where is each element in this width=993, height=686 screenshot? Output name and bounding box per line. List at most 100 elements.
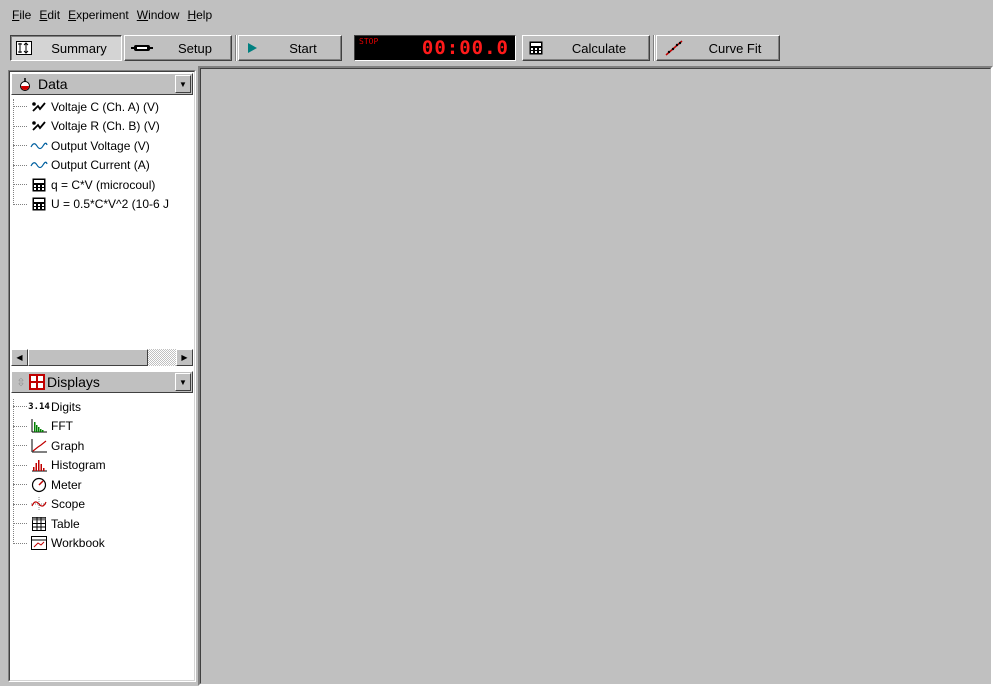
table-icon xyxy=(29,516,49,532)
digits-icon: 3.14 xyxy=(28,401,50,412)
tree-branch xyxy=(13,425,27,427)
timer-value: 00:00.0 xyxy=(421,37,509,59)
tree-branch xyxy=(13,484,27,486)
menu-bar: File Edit Experiment Window Help xyxy=(0,0,993,30)
calculator-icon xyxy=(29,177,49,193)
setup-label: Setup xyxy=(178,40,212,56)
data-item-label: q = C*V (microcoul) xyxy=(51,177,156,192)
meter-icon xyxy=(29,477,49,493)
display-item-label: Graph xyxy=(51,438,85,453)
display-item[interactable]: FFT xyxy=(13,417,106,437)
setup-button[interactable]: Setup xyxy=(124,35,232,61)
scrollbar-thumb[interactable] xyxy=(28,349,148,366)
menu-window-mnemonic: W xyxy=(136,8,149,22)
summary-label: Summary xyxy=(51,40,107,56)
calculate-button[interactable]: Calculate xyxy=(522,35,650,61)
curve-fit-label: Curve Fit xyxy=(708,40,762,56)
displays-dropdown-arrow[interactable]: ▼ xyxy=(175,373,191,391)
display-item-label: Table xyxy=(51,516,80,531)
display-item[interactable]: Graph xyxy=(13,436,106,456)
scope-icon xyxy=(29,496,49,512)
summary-button[interactable]: Summary xyxy=(10,35,122,61)
calculator-icon xyxy=(523,41,549,55)
workspace-area[interactable] xyxy=(198,66,993,686)
data-item-label: Voltaje R (Ch. B) (V) xyxy=(51,119,160,134)
tree-branch xyxy=(13,542,27,544)
display-item[interactable]: 3.14 Digits xyxy=(13,397,106,417)
sine-wave-icon xyxy=(29,138,49,154)
calculator-icon xyxy=(29,196,49,212)
tree-branch xyxy=(13,145,27,147)
data-probe-icon xyxy=(12,76,38,92)
tree-branch xyxy=(13,164,27,166)
interface-plug-icon xyxy=(125,43,159,53)
display-item-label: Workbook xyxy=(51,536,105,551)
data-item[interactable]: Output Current (A) xyxy=(13,156,169,176)
toolbar-separator xyxy=(235,35,237,61)
tree-branch xyxy=(13,203,27,205)
displays-panel-header[interactable]: ⇳ Displays ▼ xyxy=(11,371,193,393)
data-item-label: Output Voltage (V) xyxy=(51,138,150,153)
data-tree: Voltaje C (Ch. A) (V) Voltaje R (Ch. B) … xyxy=(13,97,169,214)
data-horizontal-scrollbar[interactable]: ◀ ▶ xyxy=(11,349,193,366)
tree-branch xyxy=(13,445,27,447)
display-item[interactable]: Histogram xyxy=(13,456,106,476)
start-label: Start xyxy=(289,40,317,56)
scroll-right-arrow[interactable]: ▶ xyxy=(176,349,193,366)
displays-panel-title: Displays xyxy=(47,374,100,390)
data-item-label: Output Current (A) xyxy=(51,158,150,173)
menu-help-rest: elp xyxy=(196,8,213,22)
scroll-left-arrow[interactable]: ◀ xyxy=(11,349,28,366)
elapsed-timer: STOP 00:00.0 xyxy=(354,35,516,61)
menu-edit-rest: dit xyxy=(47,8,61,22)
menu-window-rest: indow xyxy=(148,8,180,22)
histogram-icon xyxy=(29,457,49,473)
data-item[interactable]: Output Voltage (V) xyxy=(13,136,169,156)
data-panel-header[interactable]: Data ▼ xyxy=(11,73,193,95)
toolbar: Summary Setup Start STOP 00:00.0 Calcula… xyxy=(0,32,993,64)
menu-help[interactable]: Help xyxy=(187,8,212,22)
menu-window[interactable]: Window xyxy=(137,8,180,22)
curve-fit-icon xyxy=(657,40,691,56)
sensor-probe-icon xyxy=(29,99,49,115)
display-item[interactable]: Table xyxy=(13,514,106,534)
data-item[interactable]: U = 0.5*C*V^2 (10-6 J xyxy=(13,195,169,215)
menu-edit[interactable]: Edit xyxy=(39,8,60,22)
menu-experiment-rest: xperiment xyxy=(76,8,129,22)
tree-branch xyxy=(13,125,27,127)
display-item-label: FFT xyxy=(51,419,73,434)
menu-experiment[interactable]: Experiment xyxy=(68,8,129,22)
start-button[interactable]: Start xyxy=(238,35,342,61)
curve-fit-button[interactable]: Curve Fit xyxy=(656,35,780,61)
display-item[interactable]: Workbook xyxy=(13,534,106,554)
display-item[interactable]: Scope xyxy=(13,495,106,515)
data-item-label: Voltaje C (Ch. A) (V) xyxy=(51,99,160,114)
sine-wave-icon xyxy=(29,157,49,173)
calculate-label: Calculate xyxy=(571,40,627,56)
displays-grid-icon xyxy=(27,374,47,390)
display-item-label: Histogram xyxy=(51,458,106,473)
data-dropdown-arrow[interactable]: ▼ xyxy=(175,75,191,93)
displays-tree: 3.14 Digits FFT Graph Histogram Meter Sc… xyxy=(13,397,106,553)
timer-stop-indicator: STOP xyxy=(359,37,379,46)
tree-branch xyxy=(13,106,27,108)
data-item[interactable]: Voltaje C (Ch. A) (V) xyxy=(13,97,169,117)
menu-help-mnemonic: H xyxy=(187,8,197,22)
tree-branch xyxy=(13,406,27,408)
sort-icon: ⇳ xyxy=(16,376,26,389)
data-item[interactable]: Voltaje R (Ch. B) (V) xyxy=(13,117,169,137)
sensor-probe-icon xyxy=(29,118,49,134)
menu-file-rest: ile xyxy=(19,8,32,22)
menu-file[interactable]: File xyxy=(12,8,31,22)
summary-icon xyxy=(11,41,37,55)
toolbar-separator xyxy=(653,35,655,61)
display-item-label: Digits xyxy=(51,399,82,414)
display-item[interactable]: Meter xyxy=(13,475,106,495)
fft-icon xyxy=(29,418,49,434)
data-panel-title: Data xyxy=(38,76,68,92)
tree-branch xyxy=(13,523,27,525)
display-item-label: Meter xyxy=(51,477,82,492)
tree-branch xyxy=(13,464,27,466)
data-item[interactable]: q = C*V (microcoul) xyxy=(13,175,169,195)
tree-branch xyxy=(13,503,27,505)
